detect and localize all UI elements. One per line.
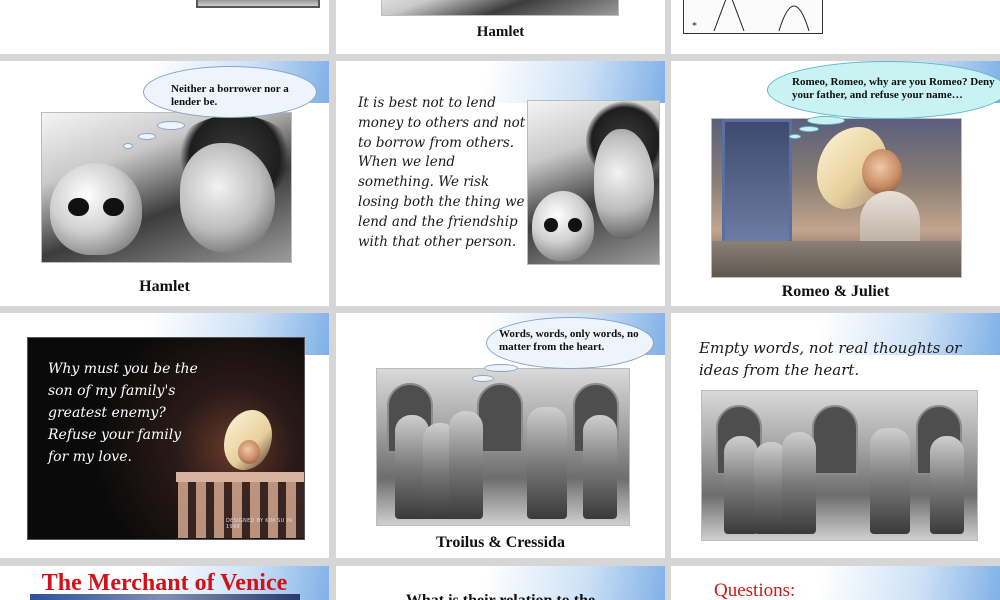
slide-thumbnail-questions[interactable]: Questions:: [671, 566, 1000, 600]
slide-thumbnail-relation[interactable]: What is their relation to the: [336, 566, 665, 600]
balustrade-top: [176, 472, 304, 482]
thought-bubble-dot: [789, 134, 801, 139]
juliet-photo: [711, 118, 962, 278]
thought-bubble-dot: [123, 143, 133, 149]
thought-bubble-dot: [157, 121, 185, 130]
slide-caption: Hamlet: [139, 278, 190, 295]
face: [594, 129, 654, 239]
balcony-rail: [712, 241, 961, 277]
slide-body-text: It is best not to lend money to others a…: [358, 95, 526, 250]
svg-text:*: *: [796, 0, 801, 2]
slide-body-text: Empty words, not real thoughts or ideas …: [699, 339, 962, 379]
robed-figure: [930, 436, 964, 534]
designer-credit: DESIGNED BY KIM SU IN 1999: [226, 518, 293, 530]
window-frame: [722, 119, 792, 249]
slide-thumbnail-3[interactable]: * *: [671, 0, 1000, 54]
skull: [532, 191, 594, 261]
svg-text:*: *: [692, 21, 697, 32]
slide-thumbnail-hamlet[interactable]: Neither a borrower nor a lender be. Haml…: [0, 61, 329, 306]
slide-thumbnail-enemy[interactable]: Why must you be the son of my family's g…: [0, 313, 329, 558]
thought-bubble-dot: [484, 364, 518, 372]
slide-body-text: Why must you be the son of my family's g…: [48, 361, 198, 465]
troilus-engraving: [701, 390, 978, 541]
sketch-drawing: * *: [692, 0, 810, 32]
thought-text: Romeo, Romeo, why are you Romeo? Deny yo…: [792, 76, 995, 101]
slide-caption: Hamlet: [476, 24, 525, 40]
thought-cloud: Neither a borrower nor a lender be.: [143, 66, 317, 118]
robed-figure: [449, 411, 483, 519]
slide-title: Questions:: [714, 580, 796, 600]
thought-bubble-dot: [138, 133, 156, 140]
juliet-figure: [238, 440, 260, 464]
thought-text: Neither a borrower nor a lender be.: [171, 83, 289, 108]
thought-bubble-dot: [799, 126, 819, 132]
slide-title: The Merchant of Venice: [41, 570, 288, 596]
robed-figure: [782, 432, 816, 534]
thought-bubble-dot: [807, 116, 845, 125]
slide-thumbnail-merchant[interactable]: The Merchant of Venice: [0, 566, 329, 600]
slide-thumbnail-1[interactable]: [0, 0, 329, 54]
slide-caption: Romeo & Juliet: [781, 283, 890, 300]
robed-figure: [724, 436, 758, 534]
thought-bubble-dot: [472, 375, 494, 382]
skull: [50, 163, 142, 255]
robed-figure: [527, 407, 567, 519]
robed-figure: [583, 415, 617, 519]
thought-text: Words, words, only words, no matter from…: [499, 328, 639, 353]
thought-cloud: Words, words, only words, no matter from…: [486, 317, 654, 369]
hamlet-skull-photo: [41, 112, 292, 263]
face: [180, 143, 275, 253]
hamlet-photo: [381, 0, 619, 16]
robed-figure: [870, 428, 910, 534]
slide-thumbnail-empty-words[interactable]: Empty words, not real thoughts or ideas …: [671, 313, 1000, 558]
slide-thumbnail-troilus[interactable]: Words, words, only words, no matter from…: [336, 313, 665, 558]
thought-cloud: Romeo, Romeo, why are you Romeo? Deny yo…: [767, 61, 1000, 119]
slide-photo: [196, 0, 320, 8]
slide-thumbnail-2[interactable]: Hamlet: [336, 0, 665, 54]
sketch-image: * *: [683, 0, 823, 34]
slide-thumbnail-advice[interactable]: It is best not to lend money to others a…: [336, 61, 665, 306]
juliet-dark-photo: Why must you be the son of my family's g…: [27, 337, 305, 540]
slide-body-text: What is their relation to the: [336, 592, 665, 600]
juliet-figure: [862, 149, 902, 195]
hamlet-skull-photo: [527, 100, 660, 265]
slide-thumbnail-romeo[interactable]: Romeo, Romeo, why are you Romeo? Deny yo…: [671, 61, 1000, 306]
slide-caption: Troilus & Cressida: [436, 534, 565, 551]
troilus-engraving: [376, 368, 630, 526]
